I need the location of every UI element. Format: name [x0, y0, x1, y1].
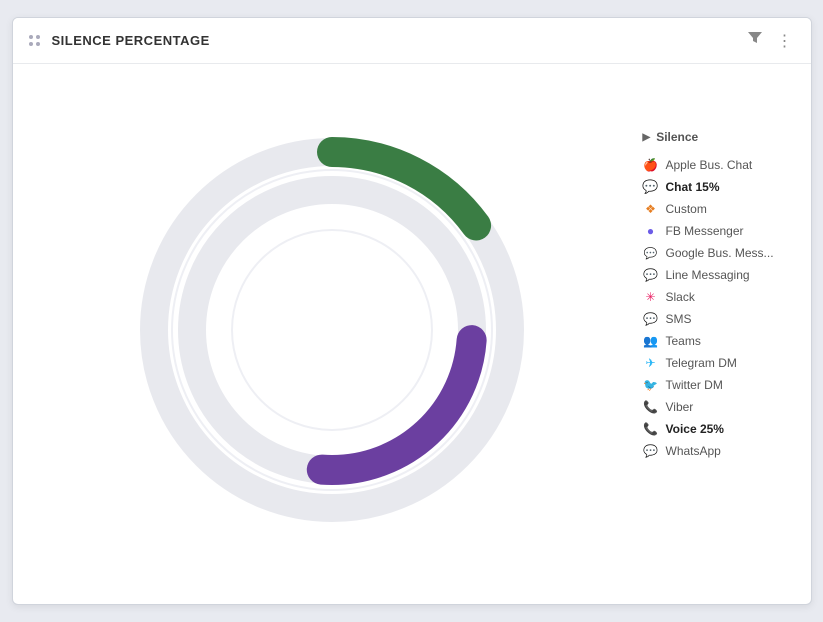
widget-body: ▶ Silence 🍎 Apple Bus. Chat 💬 Chat 15% ❖…	[13, 64, 811, 604]
whatsapp-icon: 💬	[643, 443, 659, 459]
twitter-icon: 🐦	[643, 377, 659, 393]
apple-icon: 🍎	[643, 157, 659, 173]
legend-section[interactable]: ▶ Silence	[643, 130, 795, 144]
legend-label: Viber	[666, 400, 694, 414]
widget-title: SILENCE PERCENTAGE	[52, 33, 745, 48]
voice-icon: 📞	[643, 421, 659, 437]
legend-label: Slack	[666, 290, 695, 304]
fb-icon: ●	[643, 223, 659, 239]
legend-label: FB Messenger	[666, 224, 744, 238]
legend-label: Apple Bus. Chat	[666, 158, 753, 172]
telegram-icon: ✈	[643, 355, 659, 371]
legend-label: Teams	[666, 334, 701, 348]
legend-label: Google Bus. Mess...	[666, 246, 774, 260]
legend-item-fb-messenger[interactable]: ● FB Messenger	[643, 220, 795, 242]
legend-label: Telegram DM	[666, 356, 737, 370]
legend-label: Voice 25%	[666, 422, 724, 436]
legend-section-label: Silence	[656, 130, 698, 144]
legend-item-teams[interactable]: 👥 Teams	[643, 330, 795, 352]
legend-area: ▶ Silence 🍎 Apple Bus. Chat 💬 Chat 15% ❖…	[635, 80, 795, 462]
silence-percentage-widget: SILENCE PERCENTAGE ⋮	[12, 17, 812, 605]
legend-label: SMS	[666, 312, 692, 326]
legend-item-custom[interactable]: ❖ Custom	[643, 198, 795, 220]
header-icons: ⋮	[745, 28, 795, 53]
slack-icon: ✳	[643, 289, 659, 305]
legend-item-viber[interactable]: 📞 Viber	[643, 396, 795, 418]
legend-label: Twitter DM	[666, 378, 723, 392]
legend-label: Line Messaging	[666, 268, 750, 282]
legend-item-line[interactable]: 💬 Line Messaging	[643, 264, 795, 286]
legend-item-chat[interactable]: 💬 Chat 15%	[643, 176, 795, 198]
chevron-right-icon: ▶	[643, 132, 651, 143]
teams-icon: 👥	[643, 333, 659, 349]
legend-label: WhatsApp	[666, 444, 721, 458]
filter-icon[interactable]	[745, 28, 765, 53]
donut-chart	[112, 110, 552, 550]
legend-item-google-bus[interactable]: 💬 Google Bus. Mess...	[643, 242, 795, 264]
legend-item-apple-bus-chat[interactable]: 🍎 Apple Bus. Chat	[643, 154, 795, 176]
drag-handle[interactable]	[29, 35, 40, 46]
legend-label: Custom	[666, 202, 707, 216]
legend-item-twitter[interactable]: 🐦 Twitter DM	[643, 374, 795, 396]
line-icon: 💬	[643, 267, 659, 283]
more-icon[interactable]: ⋮	[775, 29, 795, 53]
google-bus-icon: 💬	[643, 245, 659, 261]
legend-item-whatsapp[interactable]: 💬 WhatsApp	[643, 440, 795, 462]
chart-area	[29, 80, 635, 580]
legend-label: Chat 15%	[666, 180, 720, 194]
viber-icon: 📞	[643, 399, 659, 415]
custom-icon: ❖	[643, 201, 659, 217]
legend-item-telegram[interactable]: ✈ Telegram DM	[643, 352, 795, 374]
legend-item-voice[interactable]: 📞 Voice 25%	[643, 418, 795, 440]
legend-item-sms[interactable]: 💬 SMS	[643, 308, 795, 330]
widget-header: SILENCE PERCENTAGE ⋮	[13, 18, 811, 64]
legend-item-slack[interactable]: ✳ Slack	[643, 286, 795, 308]
chat-icon: 💬	[643, 179, 659, 195]
sms-icon: 💬	[643, 311, 659, 327]
